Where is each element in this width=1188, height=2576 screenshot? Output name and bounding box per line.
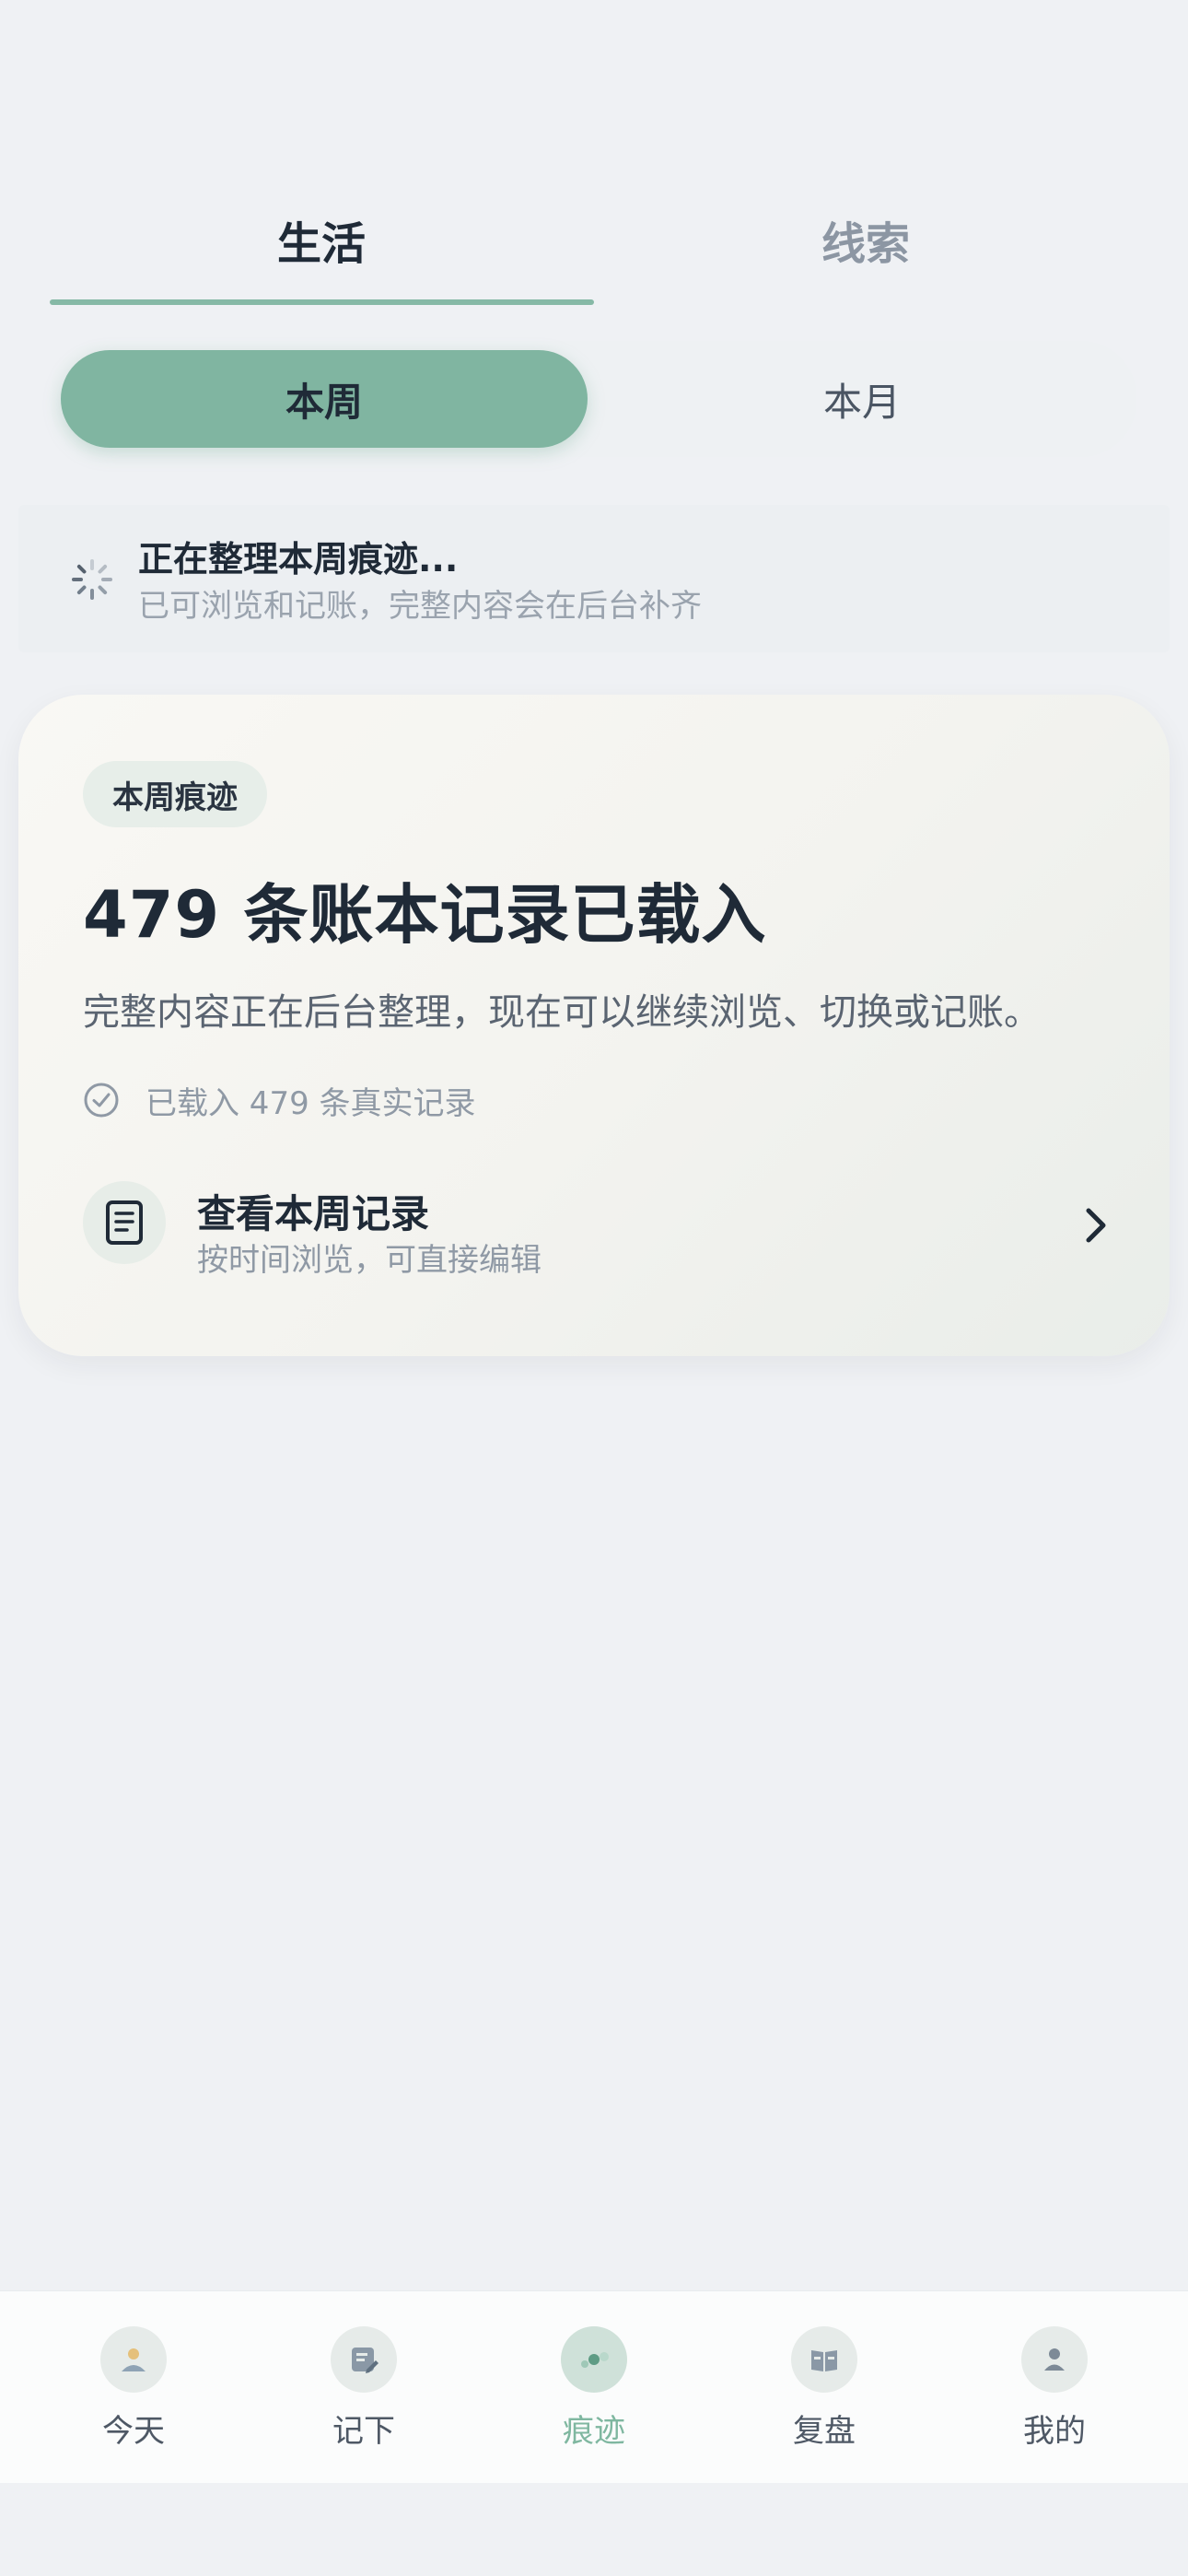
nav-review-label: 复盘: [793, 2413, 856, 2450]
nav-record[interactable]: 记下: [290, 2326, 437, 2455]
notice-subtitle: 已可浏览和记账，完整内容会在后台补齐: [138, 588, 702, 625]
link-title: 查看本周记录: [197, 1191, 430, 1236]
nav-mine-label: 我的: [1023, 2413, 1086, 2450]
loading-notice: 正在整理本周痕迹... 已可浏览和记账，完整内容会在后台补齐: [18, 505, 1170, 652]
nav-record-icon-wrap: [331, 2326, 397, 2393]
nav-today-icon-wrap: [100, 2326, 167, 2393]
nav-today[interactable]: 今天: [60, 2326, 207, 2455]
active-tab-indicator: [50, 299, 594, 305]
link-subtitle: 按时间浏览，可直接编辑: [197, 1242, 542, 1279]
top-tab-bar: 生活 线索: [0, 189, 1188, 309]
person-sun-icon: [122, 2348, 146, 2371]
chevron-right-icon: [1086, 1208, 1106, 1243]
book-icon: [811, 2350, 837, 2371]
segment-this-week[interactable]: 本周: [61, 350, 588, 448]
loaded-status: 已载入 479 条真实记录: [83, 1072, 476, 1128]
nav-review-icon-wrap: [791, 2326, 857, 2393]
notice-title: 正在整理本周痕迹...: [138, 539, 459, 580]
weekly-summary-card: 本周痕迹 479 条账本记录已载入 完整内容正在后台整理，现在可以继续浏览、切换…: [18, 695, 1170, 1356]
tab-life[interactable]: 生活: [50, 189, 593, 290]
nav-trace-icon-wrap: [561, 2326, 627, 2393]
nav-review[interactable]: 复盘: [751, 2326, 898, 2455]
nav-mine[interactable]: 我的: [981, 2326, 1128, 2455]
note-edit-icon: [352, 2348, 379, 2373]
nav-today-label: 今天: [102, 2413, 165, 2450]
check-circle-icon: [84, 1083, 119, 1118]
loaded-status-text: 已载入 479 条真实记录: [146, 1084, 476, 1122]
card-description: 完整内容正在后台整理，现在可以继续浏览、切换或记账。: [83, 991, 1041, 1034]
tab-clues[interactable]: 线索: [594, 189, 1137, 290]
link-icon-wrap: [83, 1181, 166, 1264]
bottom-navigation: 今天 记下 痕迹 复盘 我的: [0, 2290, 1188, 2483]
segment-this-month[interactable]: 本月: [599, 350, 1125, 448]
nav-record-label: 记下: [332, 2413, 395, 2450]
period-segmented-control: 本周 本月: [50, 341, 1136, 457]
card-title: 479 条账本记录已载入: [83, 877, 767, 953]
nav-trace-label: 痕迹: [563, 2413, 625, 2450]
trace-dots-icon: [581, 2352, 609, 2368]
view-weekly-records-link[interactable]: 查看本周记录 按时间浏览，可直接编辑: [83, 1176, 1124, 1279]
loading-spinner-icon: [72, 559, 112, 600]
profile-icon: [1044, 2348, 1065, 2371]
card-badge: 本周痕迹: [83, 761, 267, 827]
nav-mine-icon-wrap: [1021, 2326, 1088, 2393]
nav-trace[interactable]: 痕迹: [520, 2326, 668, 2455]
document-list-icon: [106, 1200, 143, 1245]
